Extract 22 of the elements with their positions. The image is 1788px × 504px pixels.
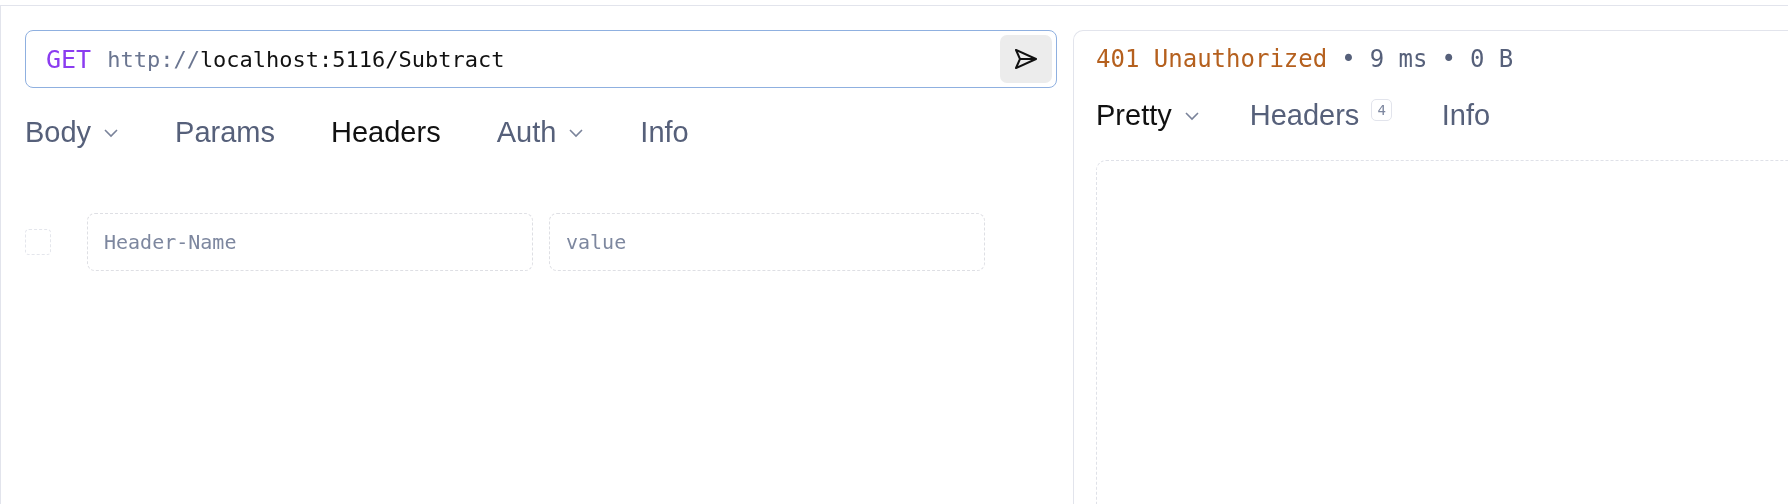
header-value-field[interactable]: value — [549, 213, 985, 271]
count-badge: 4 — [1371, 99, 1392, 121]
request-tab[interactable]: Body — [25, 116, 120, 149]
response-tab[interactable]: Pretty — [1096, 99, 1200, 132]
request-tab[interactable]: Headers — [331, 116, 441, 149]
header-name-field[interactable]: Header-Name — [87, 213, 533, 271]
request-tab[interactable]: Params — [175, 116, 276, 149]
send-button[interactable] — [1000, 35, 1052, 83]
url-text: http://localhost:5116/Subtract — [107, 46, 506, 72]
url-field[interactable]: GET http://localhost:5116/Subtract — [25, 30, 1057, 88]
separator: • — [1341, 45, 1356, 73]
response-tab[interactable]: Info — [1441, 99, 1491, 132]
response-size: 0 B — [1469, 45, 1514, 73]
separator: • — [1441, 45, 1456, 73]
response-tab[interactable]: Headers 4 — [1249, 99, 1392, 132]
request-tab[interactable]: Auth — [496, 116, 585, 149]
response-time: 9 ms — [1369, 45, 1428, 73]
send-icon — [1013, 47, 1039, 71]
status-code: 401 Unauthorized — [1096, 45, 1328, 73]
request-tab[interactable]: Info — [640, 116, 689, 149]
checkbox[interactable] — [25, 229, 51, 255]
method-label[interactable]: GET — [46, 44, 92, 74]
